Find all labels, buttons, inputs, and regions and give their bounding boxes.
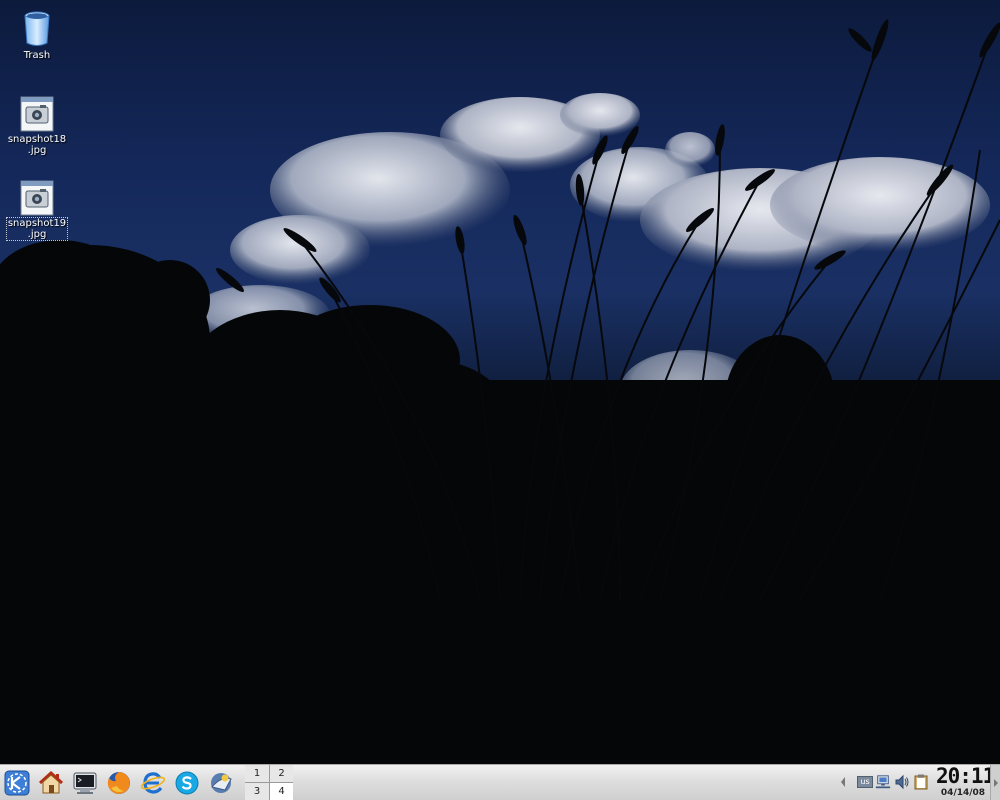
volume-tray-button[interactable] [894,774,910,790]
clock-time: 20:11 [936,764,995,788]
desktop-pager: 1 2 3 4 [245,765,293,800]
firefox-launcher[interactable] [105,769,133,797]
clipboard-tray-button[interactable] [913,774,929,790]
trash-icon [24,11,50,46]
skype-launcher[interactable] [173,769,201,797]
mail-icon [211,773,232,793]
clipboard-icon [914,774,928,790]
desktop-icon-snapshot18[interactable]: snapshot18 .jpg [5,96,69,156]
pager-desktop-3[interactable]: 3 [245,783,269,800]
image-file-icon [20,96,54,132]
chevron-right-icon [994,778,998,787]
desktop-icon-trash[interactable]: Trash [5,10,69,61]
network-icon [875,775,891,789]
snapshot19-label: snapshot19 .jpg [5,217,69,241]
mail-launcher[interactable] [207,769,235,797]
kde-logo-icon [4,770,30,796]
e-browser-icon [140,772,166,794]
e-browser-launcher[interactable] [139,769,167,797]
clock-date: 04/14/08 [940,788,986,798]
tray-collapse-arrow[interactable] [838,774,848,790]
desktop-icon-snapshot19[interactable]: snapshot19 .jpg [5,180,69,241]
network-tray-button[interactable] [875,774,891,790]
volume-icon [895,774,909,790]
chevron-left-icon [841,777,845,787]
skype-icon [175,771,199,795]
terminal-launcher[interactable] [71,769,99,797]
keyboard-layout-indicator[interactable]: us [856,774,874,790]
terminal-icon [73,772,97,794]
keyboard-layout-label: us [857,776,873,788]
pager-desktop-2[interactable]: 2 [270,765,293,782]
kde-menu-button[interactable] [3,769,31,797]
snapshot18-label: snapshot18 .jpg [7,134,67,156]
pager-desktop-4[interactable]: 4 [270,783,293,800]
tree-silhouettes [0,240,1000,764]
trash-label: Trash [23,50,51,61]
wallpaper [0,19,1000,764]
pager-desktop-1[interactable]: 1 [245,765,269,782]
clock[interactable]: 20:11 04/14/08 [936,764,995,800]
firefox-icon [107,772,130,794]
desktop[interactable]: Trash snapshot18 .jpg snapshot19 .jpg [0,0,1000,764]
taskbar: 1 2 3 4 us [0,764,1000,800]
home-icon [38,770,64,794]
home-launcher[interactable] [37,769,65,797]
panel-hide-button[interactable] [990,765,1000,800]
image-file-icon [20,180,54,216]
